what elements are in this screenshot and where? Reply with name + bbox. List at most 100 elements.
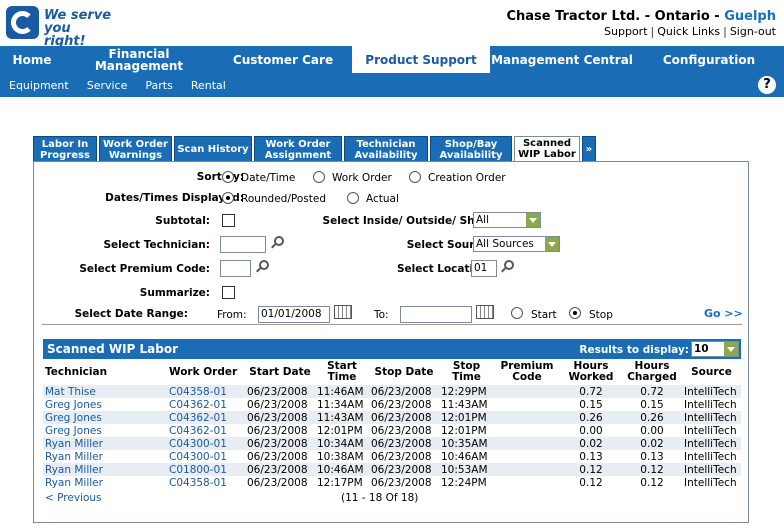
table-row[interactable]: Greg Jones C04362-01 06/23/2008 11:34AM 06/2… <box>43 398 741 411</box>
tab-scanned-wip-labor[interactable]: Scanned WIP Labor <box>514 136 580 162</box>
table-cell[interactable]: Greg Jones <box>43 424 167 437</box>
sub-nav: Equipment Service Parts Rental <box>0 73 784 97</box>
sort-date-time-radio[interactable] <box>222 171 234 183</box>
col-source[interactable]: Source <box>682 359 741 385</box>
top-links: Support | Quick Links | Sign-out <box>604 25 776 38</box>
table-cell[interactable]: C04362-01 <box>167 424 245 437</box>
from-date-input[interactable]: 01/01/2008 <box>258 306 330 323</box>
table-row[interactable]: Ryan Miller C04300-01 06/23/2008 10:34AM 06/… <box>43 437 741 450</box>
table-cell[interactable]: C04358-01 <box>167 385 245 398</box>
calendar-icon[interactable] <box>334 305 352 319</box>
technician-input[interactable] <box>220 236 266 253</box>
tab-labor-in-progress[interactable]: Labor In Progress <box>33 136 97 162</box>
table-row[interactable]: Greg Jones C04362-01 06/23/2008 11:43AM 06/2… <box>43 411 741 424</box>
tab-work-order-warnings[interactable]: Work Order Warnings <box>99 136 172 162</box>
calendar-icon[interactable] <box>476 305 494 319</box>
table-cell[interactable]: C01800-01 <box>167 463 245 476</box>
table-row[interactable]: Greg Jones C04362-01 06/23/2008 12:01PM 06/2… <box>43 424 741 437</box>
previous-link[interactable]: < Previous <box>45 492 102 504</box>
company-logo[interactable] <box>6 6 39 39</box>
start-radio[interactable] <box>511 307 523 319</box>
table-cell[interactable]: C04300-01 <box>167 450 245 463</box>
support-link[interactable]: Support <box>604 25 647 38</box>
source-select[interactable]: All Sources <box>473 236 560 252</box>
nav-product-support[interactable]: Product Support <box>352 46 490 73</box>
table-cell[interactable]: C04358-01 <box>167 476 245 489</box>
table-cell[interactable]: C04300-01 <box>167 437 245 450</box>
table-cell: 06/23/2008 <box>369 463 439 476</box>
table-cell[interactable]: Ryan Miller <box>43 476 167 489</box>
summarize-checkbox[interactable] <box>222 286 235 299</box>
table-cell[interactable]: Ryan Miller <box>43 450 167 463</box>
table-cell: 06/23/2008 <box>245 385 315 398</box>
dates-actual-radio[interactable] <box>347 192 359 204</box>
sign-out-link[interactable]: Sign-out <box>730 25 776 38</box>
results-to-display-label: Results to display: <box>579 344 689 356</box>
tagline: We serve you right! <box>44 8 112 49</box>
nav-management-central[interactable]: Management Central <box>490 46 634 73</box>
wip-table: Technician Work Order Start Date Start T… <box>43 359 741 489</box>
col-technician[interactable]: Technician <box>43 359 167 385</box>
table-cell: 10:53AM <box>439 463 494 476</box>
table-cell <box>494 411 560 424</box>
to-date-input[interactable] <box>400 306 472 323</box>
nav-financial-management[interactable]: Financial Management <box>64 46 214 73</box>
table-cell[interactable]: C04362-01 <box>167 398 245 411</box>
premium-code-input[interactable] <box>220 260 251 277</box>
sort-creation-order-radio[interactable] <box>409 171 421 183</box>
table-cell[interactable]: Ryan Miller <box>43 463 167 476</box>
tab-technician-availability[interactable]: Technician Availability <box>344 136 428 162</box>
inside-outside-select[interactable]: All <box>473 212 541 228</box>
chevron-down-icon <box>545 237 559 251</box>
col-hours-charged[interactable]: Hours Charged <box>622 359 682 385</box>
tab-shop-bay-availability[interactable]: Shop/Bay Availability <box>430 136 512 162</box>
sort-date-time-label: Date/Time <box>241 172 296 184</box>
table-row[interactable]: Ryan Miller C04300-01 06/23/2008 10:38AM 06/… <box>43 450 741 463</box>
table-cell[interactable]: Greg Jones <box>43 411 167 424</box>
subtotal-checkbox[interactable] <box>222 214 235 227</box>
table-cell[interactable]: Ryan Miller <box>43 437 167 450</box>
nav-configuration[interactable]: Configuration <box>634 46 784 73</box>
subnav-rental[interactable]: Rental <box>182 79 235 92</box>
go-button[interactable]: Go >> <box>704 307 743 320</box>
col-hours-worked[interactable]: Hours Worked <box>560 359 622 385</box>
table-cell: 0.26 <box>622 411 682 424</box>
subnav-equipment[interactable]: Equipment <box>0 79 78 92</box>
tab-scan-history[interactable]: Scan History <box>174 136 252 162</box>
subnav-service[interactable]: Service <box>78 79 137 92</box>
search-icon[interactable] <box>274 236 284 246</box>
location-input[interactable]: 01 <box>471 260 497 277</box>
table-cell: 06/23/2008 <box>245 411 315 424</box>
premium-code-label: Select Premium Code: <box>79 263 210 275</box>
dates-rounded-radio[interactable] <box>222 192 234 204</box>
quick-links-link[interactable]: Quick Links <box>657 25 720 38</box>
help-icon[interactable]: ? <box>758 76 776 94</box>
col-start-date[interactable]: Start Date <box>245 359 315 385</box>
search-icon[interactable] <box>504 260 514 270</box>
col-premium-code[interactable]: Premium Code <box>494 359 560 385</box>
stop-radio[interactable] <box>569 307 581 319</box>
tab-more-icon[interactable]: » <box>582 136 596 162</box>
col-stop-time[interactable]: Stop Time <box>439 359 494 385</box>
col-start-time[interactable]: Start Time <box>315 359 369 385</box>
main-nav: Home Financial Management Customer Care … <box>0 46 784 73</box>
col-stop-date[interactable]: Stop Date <box>369 359 439 385</box>
table-row[interactable]: Mat Thise C04358-01 06/23/2008 11:46AM 06/23… <box>43 385 741 398</box>
table-cell[interactable]: Greg Jones <box>43 398 167 411</box>
col-work-order[interactable]: Work Order <box>167 359 245 385</box>
sort-work-order-radio[interactable] <box>313 171 325 183</box>
table-cell: IntelliTech <box>682 424 741 437</box>
table-cell[interactable]: Mat Thise <box>43 385 167 398</box>
table-row[interactable]: Ryan Miller C04358-01 06/23/2008 12:17PM 06/… <box>43 476 741 489</box>
table-row[interactable]: Ryan Miller C01800-01 06/23/2008 10:46AM 06/… <box>43 463 741 476</box>
inside-outside-label: Select Inside/ Outside/ Shift: <box>322 215 492 227</box>
search-icon[interactable] <box>259 260 269 270</box>
results-to-display-select[interactable]: 10 <box>691 341 739 357</box>
subnav-parts[interactable]: Parts <box>136 79 181 92</box>
sort-creation-order-label: Creation Order <box>428 172 506 184</box>
table-cell: 11:34AM <box>315 398 369 411</box>
nav-customer-care[interactable]: Customer Care <box>214 46 352 73</box>
nav-home[interactable]: Home <box>0 46 64 73</box>
tab-work-order-assignment[interactable]: Work Order Assignment <box>254 136 342 162</box>
table-cell[interactable]: C04362-01 <box>167 411 245 424</box>
